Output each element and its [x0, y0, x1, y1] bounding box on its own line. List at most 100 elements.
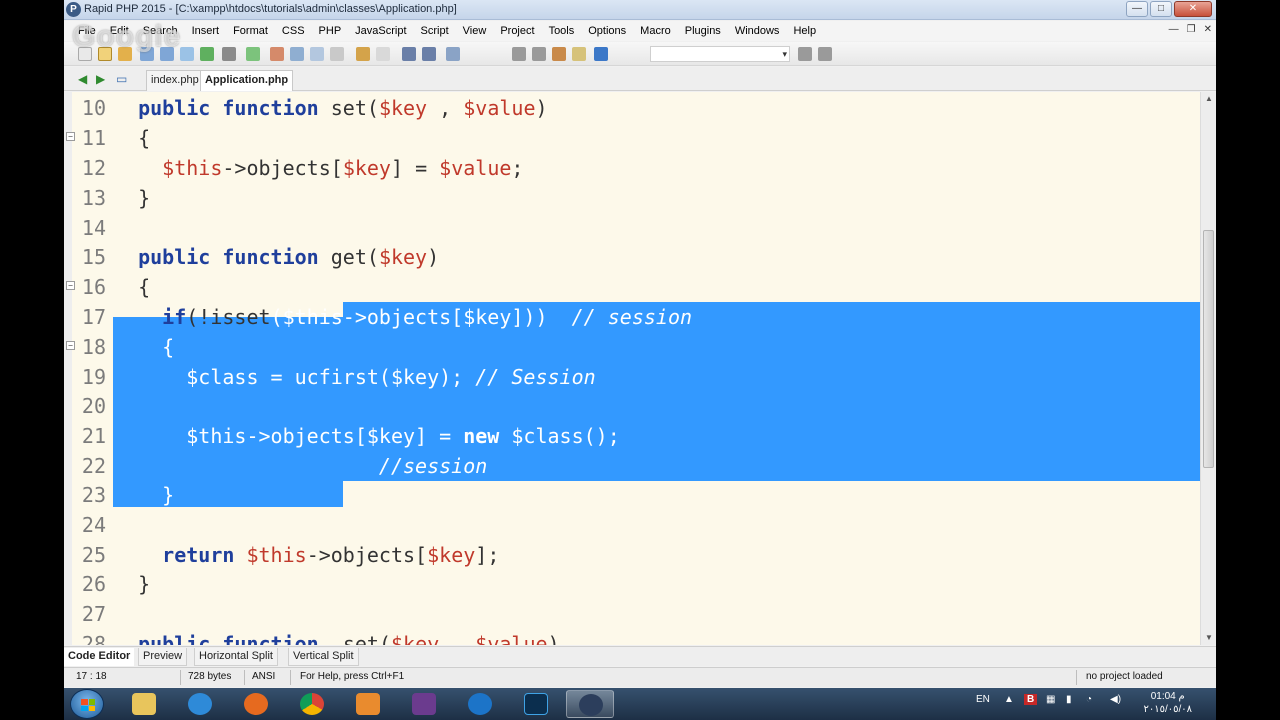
undo-icon[interactable]: [356, 47, 370, 61]
battery-icon[interactable]: ▮: [1066, 694, 1072, 705]
doc-restore-icon[interactable]: ❐: [1187, 24, 1196, 35]
status-divider: [180, 670, 181, 685]
print-icon[interactable]: [180, 47, 194, 61]
document-window-controls: — ❐ ✕: [1169, 24, 1212, 35]
back-arrow-icon[interactable]: ◀: [78, 72, 87, 86]
code-text: {: [114, 272, 150, 302]
menu-macro[interactable]: Macro: [640, 25, 671, 37]
variable: $key: [427, 543, 476, 567]
taskbar-photoshop[interactable]: [512, 690, 560, 718]
menu-insert[interactable]: Insert: [192, 25, 220, 37]
brace: {: [162, 335, 175, 359]
tab-index-php[interactable]: index.php: [146, 70, 204, 91]
clock[interactable]: 01:04 م ٢٠١٥/٠٥/٠٨: [1143, 690, 1192, 716]
taskbar-chrome[interactable]: [288, 690, 336, 718]
code-line: − 16 {: [64, 272, 1200, 302]
vertical-scrollbar[interactable]: ▲ ▼: [1200, 92, 1216, 645]
tab-preview[interactable]: Preview: [138, 648, 188, 666]
ftp-icon[interactable]: [200, 47, 214, 61]
find-icon[interactable]: [512, 47, 526, 61]
taskbar-explorer[interactable]: [120, 690, 168, 718]
menu-view[interactable]: View: [463, 25, 487, 37]
title-bar[interactable]: P Rapid PHP 2015 - [C:\xampp\htdocs\tuto…: [64, 0, 1216, 20]
status-bar: 17 : 18 728 bytes ANSI For Help, press C…: [64, 667, 1216, 687]
menu-css[interactable]: CSS: [282, 25, 305, 37]
spell-icon[interactable]: [594, 47, 608, 61]
code-text: //session: [114, 451, 487, 481]
doc-close-icon[interactable]: ✕: [1204, 24, 1212, 35]
tab-horizontal-split[interactable]: Horizontal Split: [194, 648, 278, 666]
validate-icon[interactable]: [246, 47, 260, 61]
function-name: get: [330, 245, 367, 269]
fold-toggle-icon[interactable]: −: [66, 281, 75, 290]
bookmark-icon[interactable]: [552, 47, 566, 61]
code-editor[interactable]: 10 public function set($key , $value) − …: [64, 92, 1216, 645]
tray-expand-icon[interactable]: ▲: [1004, 694, 1014, 705]
line-number: 17: [81, 305, 106, 329]
menu-format[interactable]: Format: [233, 25, 268, 37]
scroll-down-icon[interactable]: ▼: [1201, 631, 1216, 645]
wifi-icon[interactable]: ◔: [1086, 694, 1092, 705]
menu-tools[interactable]: Tools: [549, 25, 575, 37]
line-number: 16: [81, 275, 106, 299]
tab-list-icon[interactable]: ▭: [116, 72, 127, 86]
replace-icon[interactable]: [532, 47, 546, 61]
copy-icon[interactable]: [290, 47, 304, 61]
menu-plugins[interactable]: Plugins: [685, 25, 721, 37]
keyword: public: [138, 96, 211, 120]
antivirus-icon[interactable]: B: [1024, 694, 1038, 705]
doc-minimize-icon[interactable]: —: [1169, 24, 1179, 35]
window-controls: — □ ✕: [1126, 1, 1212, 18]
menu-help[interactable]: Help: [793, 25, 816, 37]
find-previous-icon[interactable]: [818, 47, 832, 61]
file-size: 728 bytes: [188, 671, 232, 682]
find-next-icon[interactable]: [798, 47, 812, 61]
tab-application-php[interactable]: Application.php: [200, 70, 294, 91]
tab-vertical-split[interactable]: Vertical Split: [288, 648, 359, 666]
punct: ;: [511, 156, 524, 180]
goto-icon[interactable]: [572, 47, 586, 61]
fold-toggle-icon[interactable]: −: [66, 132, 75, 141]
menu-options[interactable]: Options: [588, 25, 626, 37]
minimize-icon[interactable]: —: [1126, 1, 1148, 17]
taskbar-winrar[interactable]: [400, 690, 448, 718]
maximize-icon[interactable]: □: [1150, 1, 1172, 17]
volume-icon[interactable]: ◀): [1110, 694, 1121, 705]
redo-icon[interactable]: [376, 47, 390, 61]
taskbar-ie[interactable]: [176, 690, 224, 718]
input-language[interactable]: EN: [976, 694, 990, 705]
paste-icon[interactable]: [310, 47, 324, 61]
search-combo[interactable]: ▾: [650, 46, 790, 62]
tab-code-editor[interactable]: Code Editor: [64, 648, 135, 666]
media-player-icon: [356, 693, 380, 715]
delete-icon[interactable]: [330, 47, 344, 61]
taskbar-teamviewer[interactable]: [456, 690, 504, 718]
comment: // session: [571, 305, 693, 329]
scrollbar-thumb[interactable]: [1203, 230, 1214, 468]
fold-toggle-icon[interactable]: −: [66, 341, 75, 350]
taskbar-rapid-php[interactable]: [566, 690, 614, 718]
menu-script[interactable]: Script: [421, 25, 449, 37]
menu-windows[interactable]: Windows: [735, 25, 780, 37]
scroll-up-icon[interactable]: ▲: [1201, 92, 1216, 106]
clock-date: ٢٠١٥/٠٥/٠٨: [1143, 704, 1192, 715]
code-text: public function get($key): [114, 242, 439, 272]
outdent-icon[interactable]: [422, 47, 436, 61]
layout-icon[interactable]: [446, 47, 460, 61]
taskbar-media-player[interactable]: [344, 690, 392, 718]
menu-javascript[interactable]: JavaScript: [355, 25, 406, 37]
line-number: 19: [81, 365, 106, 389]
forward-arrow-icon[interactable]: ▶: [96, 72, 105, 86]
code-line: 13 }: [64, 183, 1200, 213]
close-icon[interactable]: ✕: [1174, 1, 1212, 17]
network-tray-icon[interactable]: ▦: [1046, 694, 1055, 705]
start-button[interactable]: [70, 689, 104, 719]
taskbar-firefox[interactable]: [232, 690, 280, 718]
menu-php[interactable]: PHP: [319, 25, 342, 37]
watermark: Google: [72, 20, 182, 53]
indent-icon[interactable]: [402, 47, 416, 61]
browser-preview-icon[interactable]: [222, 47, 236, 61]
variable: $this: [162, 156, 223, 180]
cut-icon[interactable]: [270, 47, 284, 61]
menu-project[interactable]: Project: [500, 25, 534, 37]
